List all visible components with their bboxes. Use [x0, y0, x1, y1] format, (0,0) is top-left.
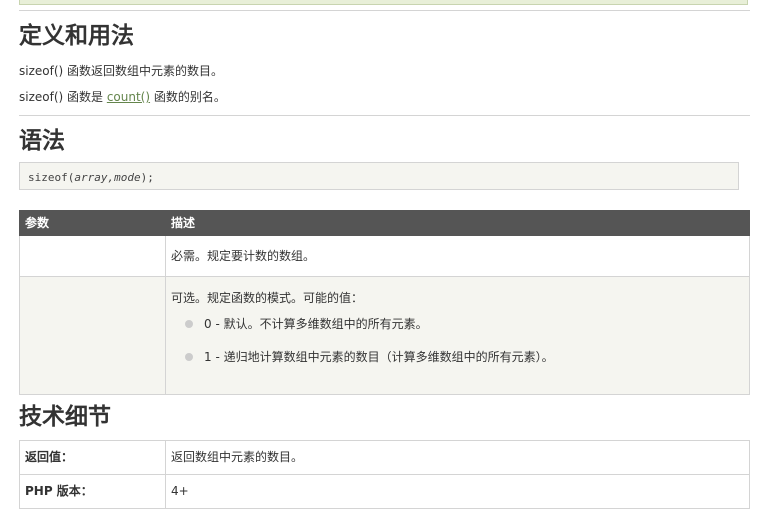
definition-line-2-suffix: 函数的别名。	[150, 90, 226, 104]
param-desc-mode: 可选。规定函数的模式。可能的值： 0 - 默认。不计算多维数组中的所有元素。 1…	[165, 276, 750, 395]
definition-line-2-prefix: sizeof() 函数是	[19, 90, 107, 104]
syntax-code-block: sizeof(array,mode);	[19, 162, 739, 190]
return-value-text: 返回数组中元素的数目。	[165, 440, 750, 475]
table-row: 可选。规定函数的模式。可能的值： 0 - 默认。不计算多维数组中的所有元素。 1…	[19, 276, 750, 395]
mode-desc-intro: 可选。规定函数的模式。可能的值：	[171, 291, 364, 305]
definition-line-2: sizeof() 函数是 count() 函数的别名。	[19, 89, 226, 105]
parameter-table: 参数 描述 必需。规定要计数的数组。 可选。规定函数的模式。可能的值： 0 - …	[19, 210, 750, 395]
mode-options-list: 0 - 默认。不计算多维数组中的所有元素。 1 - 递归地计算数组中元素的数目（…	[171, 316, 744, 365]
code-args: array,mode	[74, 171, 141, 184]
php-version-text: 4+	[165, 474, 750, 509]
definition-line-1: sizeof() 函数返回数组中元素的数目。	[19, 64, 224, 78]
heading-tech-details: 技术细节	[19, 404, 111, 430]
return-value-label: 返回值：	[19, 440, 166, 475]
table-row: 必需。规定要计数的数组。	[19, 235, 750, 277]
list-item: 1 - 递归地计算数组中元素的数目（计算多维数组中的所有元素）。	[171, 349, 744, 365]
divider-top	[19, 10, 750, 11]
divider-syntax	[19, 115, 750, 116]
heading-definition: 定义和用法	[19, 23, 134, 49]
list-item: 0 - 默认。不计算多维数组中的所有元素。	[171, 316, 744, 332]
code-func: sizeof(	[28, 171, 75, 184]
mode-option-0: 0 - 默认。不计算多维数组中的所有元素。	[204, 317, 428, 331]
param-name-mode	[19, 276, 166, 395]
tech-details-table: 返回值： 返回数组中元素的数目。 PHP 版本： 4+	[19, 440, 750, 509]
mode-option-1: 1 - 递归地计算数组中元素的数目（计算多维数组中的所有元素）。	[204, 350, 554, 364]
bullet-icon	[185, 353, 193, 361]
php-version-label: PHP 版本：	[19, 474, 166, 509]
parameter-table-header: 参数 描述	[19, 210, 750, 236]
top-notice-bar	[19, 0, 748, 5]
heading-syntax: 语法	[19, 128, 65, 154]
table-row: PHP 版本： 4+	[19, 474, 750, 509]
bullet-icon	[185, 320, 193, 328]
header-param: 参数	[19, 210, 166, 236]
count-function-link[interactable]: count()	[107, 90, 150, 104]
code-end: );	[140, 171, 154, 184]
param-name-array	[19, 235, 166, 277]
table-row: 返回值： 返回数组中元素的数目。	[19, 440, 750, 475]
param-desc-array: 必需。规定要计数的数组。	[165, 235, 750, 277]
header-description: 描述	[165, 210, 750, 236]
